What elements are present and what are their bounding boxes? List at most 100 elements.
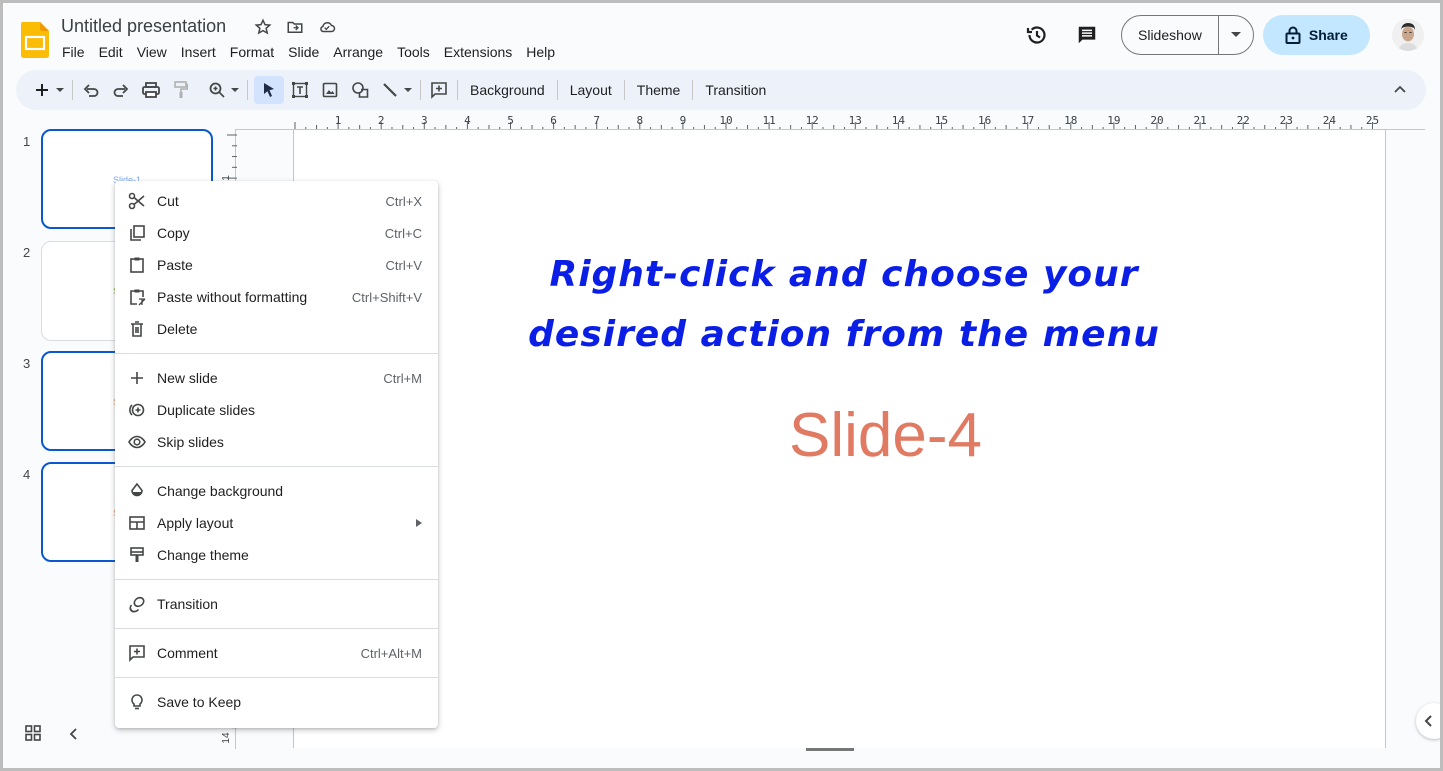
new-slide-icon[interactable] — [30, 76, 54, 104]
document-title[interactable]: Untitled presentation — [61, 16, 226, 37]
add-comment-icon[interactable] — [427, 76, 451, 104]
menu-item-delete[interactable]: Delete — [115, 313, 438, 345]
theme-button[interactable]: Theme — [631, 82, 687, 98]
collapse-toolbar-icon[interactable] — [1394, 80, 1406, 98]
slide-number: 4 — [23, 467, 31, 482]
ruler-label: 9 — [680, 114, 687, 127]
menu-item-paste-without-formatting[interactable]: Paste without formatting Ctrl+Shift+V — [115, 281, 438, 313]
annotation-line-2: desired action from the menu — [528, 314, 1160, 355]
new-slide-layout-dropdown[interactable] — [54, 76, 66, 104]
menu-extensions[interactable]: Extensions — [437, 42, 519, 62]
menu-bar: File Edit View Insert Format Slide Arran… — [55, 42, 562, 62]
lightbulb-icon — [128, 693, 146, 711]
menu-arrange[interactable]: Arrange — [326, 42, 390, 62]
line-icon[interactable] — [378, 76, 402, 104]
menu-divider — [115, 628, 438, 629]
menu-item-apply-layout[interactable]: Apply layout — [115, 507, 438, 539]
menu-item-paste[interactable]: Paste Ctrl+V — [115, 249, 438, 281]
ruler-label: 5 — [507, 114, 514, 127]
menu-slide[interactable]: Slide — [281, 42, 326, 62]
cloud-saved-icon[interactable] — [317, 17, 337, 37]
menu-item-shortcut: Ctrl+M — [383, 370, 422, 386]
text-box-icon[interactable] — [288, 76, 312, 104]
ruler-label: 24 — [1323, 114, 1337, 127]
undo-icon[interactable] — [79, 76, 103, 104]
version-history-icon[interactable] — [1021, 19, 1053, 51]
menu-item-shortcut: Ctrl+C — [384, 225, 422, 241]
toolbar: Background Layout Theme Transition — [16, 70, 1426, 110]
redo-icon[interactable] — [109, 76, 133, 104]
zoom-dropdown[interactable] — [229, 76, 241, 104]
submenu-arrow-icon — [416, 514, 422, 532]
print-icon[interactable] — [139, 76, 163, 104]
layout-button[interactable]: Layout — [564, 82, 618, 98]
menu-item-new-slide[interactable]: New slide Ctrl+M — [115, 362, 438, 394]
horizontal-ruler[interactable]: 1 2 3 4 5 6 7 8 9 10 11 12 13 14 15 16 17 18 19 20 21 22 23 24 2… — [293, 113, 1385, 130]
toolbar-divider — [623, 80, 625, 100]
comment-add-icon — [128, 644, 146, 662]
ruler-label: 6 — [550, 114, 557, 127]
slide-number: 1 — [23, 134, 31, 149]
ruler-label: 8 — [636, 114, 643, 127]
menu-item-skip-slides[interactable]: Skip slides — [115, 426, 438, 458]
menu-divider — [115, 579, 438, 580]
menu-item-copy[interactable]: Copy Ctrl+C — [115, 217, 438, 249]
comments-icon[interactable] — [1071, 19, 1103, 51]
grid-view-icon[interactable] — [25, 725, 41, 746]
share-label: Share — [1308, 27, 1348, 43]
google-slides-logo-icon[interactable] — [21, 22, 49, 58]
menu-item-label: Paste without formatting — [157, 289, 308, 305]
ruler-label: 19 — [1107, 114, 1120, 127]
shape-icon[interactable] — [348, 76, 372, 104]
menu-format[interactable]: Format — [223, 42, 281, 62]
menu-item-label: Transition — [157, 596, 218, 612]
background-button[interactable]: Background — [464, 82, 551, 98]
star-icon[interactable] — [253, 17, 273, 37]
menu-item-label: Delete — [157, 321, 198, 337]
menu-tools[interactable]: Tools — [390, 42, 437, 62]
zoom-icon[interactable] — [205, 76, 229, 104]
clipboard-icon — [128, 256, 146, 274]
collapse-filmstrip-icon[interactable] — [69, 727, 77, 745]
duplicate-icon — [128, 401, 146, 419]
menu-item-shortcut: Ctrl+V — [385, 257, 422, 273]
menu-item-comment[interactable]: Comment Ctrl+Alt+M — [115, 637, 438, 669]
menu-insert[interactable]: Insert — [174, 42, 223, 62]
menu-view[interactable]: View — [130, 42, 174, 62]
speaker-notes-resize-handle[interactable] — [806, 748, 854, 751]
menu-item-change-background[interactable]: Change background — [115, 475, 438, 507]
menu-item-cut[interactable]: Cut Ctrl+X — [115, 185, 438, 217]
menu-help[interactable]: Help — [519, 42, 562, 62]
ruler-label: 12 — [806, 114, 819, 127]
menu-file[interactable]: File — [55, 42, 92, 62]
line-dropdown[interactable] — [402, 76, 414, 104]
menu-item-save-to-keep[interactable]: Save to Keep — [115, 686, 438, 718]
eye-icon — [128, 433, 146, 451]
menu-item-change-theme[interactable]: Change theme — [115, 539, 438, 571]
ruler-label: 17 — [1021, 114, 1034, 127]
menu-item-label: Paste — [157, 257, 193, 273]
paint-format-icon[interactable] — [169, 76, 193, 104]
slide-title[interactable]: Slide-4 — [294, 400, 1385, 471]
menu-item-label: Change background — [157, 483, 284, 499]
slide-canvas[interactable]: Right-click and choose your desired acti… — [293, 130, 1386, 748]
select-cursor-icon[interactable] — [254, 76, 284, 104]
menu-item-label: Change theme — [157, 547, 249, 563]
transition-button[interactable]: Transition — [699, 82, 772, 98]
share-button[interactable]: Share — [1262, 15, 1370, 55]
scissors-icon — [128, 192, 146, 210]
ruler-label: 2 — [378, 114, 385, 127]
slide-number: 3 — [23, 356, 31, 371]
layout-icon — [128, 514, 146, 532]
menu-item-transition[interactable]: Transition — [115, 588, 438, 620]
ruler-label: 10 — [719, 114, 732, 127]
menu-item-label: Save to Keep — [157, 694, 242, 710]
insert-image-icon[interactable] — [318, 76, 342, 104]
menu-divider — [115, 353, 438, 354]
menu-edit[interactable]: Edit — [92, 42, 130, 62]
move-folder-icon[interactable] — [285, 17, 305, 37]
user-avatar[interactable] — [1391, 19, 1424, 51]
slideshow-options-dropdown[interactable] — [1219, 16, 1253, 54]
slideshow-button[interactable]: Slideshow — [1122, 16, 1219, 54]
menu-item-duplicate-slides[interactable]: Duplicate slides — [115, 394, 438, 426]
